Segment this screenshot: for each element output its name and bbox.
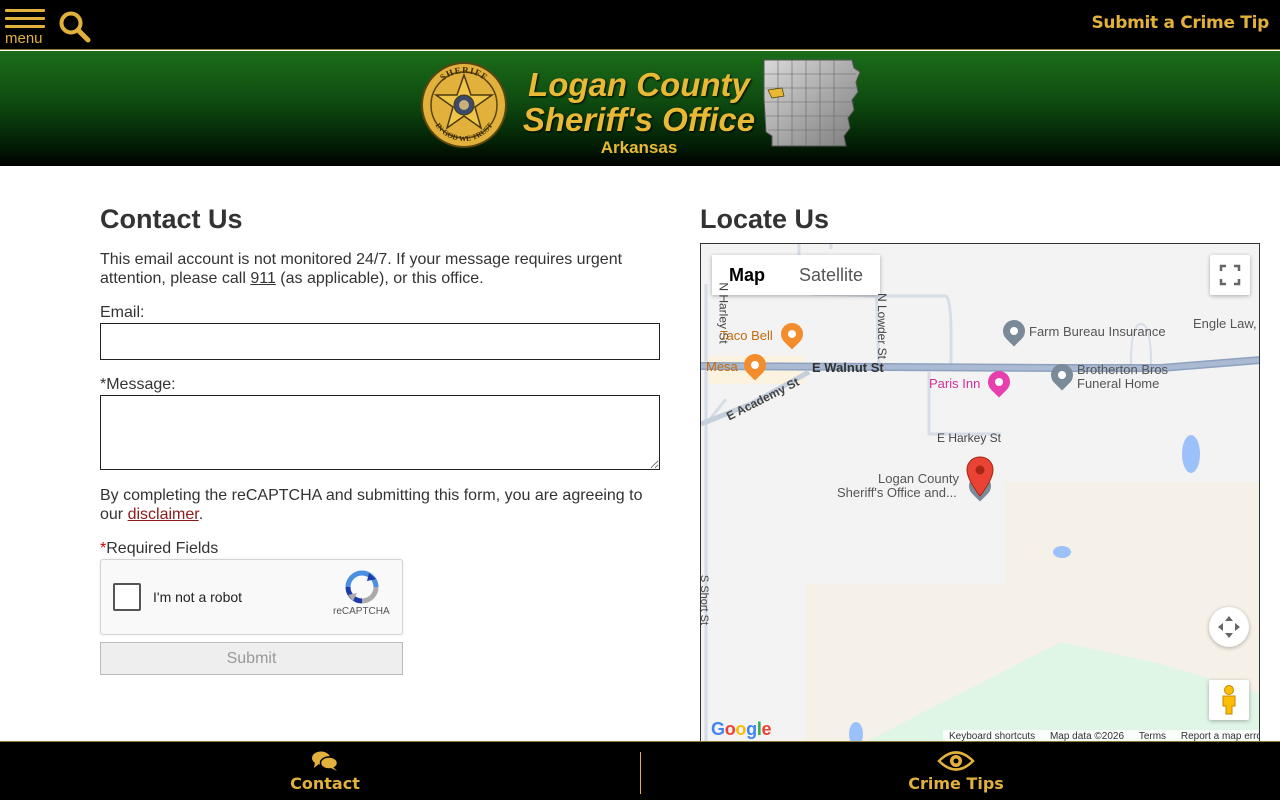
agreement-text: By completing the reCAPTCHA and submitti… bbox=[100, 486, 660, 524]
menu-label: menu bbox=[5, 30, 43, 47]
contact-nav-button[interactable]: Contact bbox=[250, 742, 400, 801]
message-label: *Message: bbox=[100, 376, 176, 393]
agree-text-2: . bbox=[198, 506, 204, 523]
email-label: Email: bbox=[100, 304, 145, 321]
required-text: Required Fields bbox=[106, 540, 219, 557]
crime-tips-nav-label: Crime Tips bbox=[908, 774, 1004, 793]
map-type-control: Map Satellite bbox=[712, 255, 881, 295]
map-type-satellite-button[interactable]: Satellite bbox=[782, 255, 880, 295]
disclaimer-link[interactable]: disclaimer bbox=[128, 506, 199, 523]
org-title-line-1: Logan County bbox=[528, 66, 750, 103]
google-map[interactable]: Map Satellite N Harley St N Lowder St E … bbox=[700, 243, 1260, 743]
search-button[interactable] bbox=[58, 10, 92, 44]
menu-icon-bar-1 bbox=[5, 9, 45, 12]
locate-heading: Locate Us bbox=[700, 204, 830, 234]
top-bar: menu Submit a Crime Tip bbox=[0, 0, 1280, 50]
poi-brotherton-label-2[interactable]: Funeral Home bbox=[1077, 376, 1159, 391]
poi-sheriff-office-label-2[interactable]: Sheriff's Office and... bbox=[837, 485, 957, 500]
bottom-nav-bar: Contact Crime Tips bbox=[0, 741, 1280, 800]
org-state: Arkansas bbox=[600, 138, 678, 157]
urgent-notice: This email account is not monitored 24/7… bbox=[100, 250, 660, 288]
contact-heading: Contact Us bbox=[100, 204, 243, 234]
header-banner: SHERIFF IN GOD WE TRUST Logan County She… bbox=[0, 51, 1280, 166]
street-label-walnut: E Walnut St bbox=[812, 360, 884, 375]
street-view-pegman-button[interactable] bbox=[1209, 680, 1249, 720]
recaptcha-checkbox[interactable] bbox=[113, 583, 141, 611]
pegman-icon bbox=[1222, 685, 1236, 715]
camera-control-icon bbox=[1218, 616, 1240, 638]
poi-sheriff-office-label-1[interactable]: Logan County bbox=[878, 471, 959, 486]
menu-icon-bar-2 bbox=[5, 17, 45, 20]
recaptcha-logo-icon bbox=[345, 570, 379, 604]
location-marker-icon[interactable] bbox=[965, 456, 995, 498]
search-icon bbox=[59, 11, 91, 43]
email-field[interactable] bbox=[100, 323, 660, 360]
submit-crime-tip-link[interactable]: Submit a Crime Tip bbox=[1091, 13, 1269, 33]
street-label-harkey: E Harkey St bbox=[937, 431, 1002, 445]
bottom-bar-divider bbox=[640, 752, 641, 794]
poi-engle-law-label[interactable]: Engle Law, bbox=[1193, 316, 1257, 331]
fullscreen-icon bbox=[1219, 264, 1241, 286]
poi-brotherton-label-1[interactable]: Brotherton Bros bbox=[1077, 362, 1168, 377]
message-field[interactable] bbox=[100, 395, 660, 470]
street-label-lowder: N Lowder St bbox=[875, 292, 890, 360]
recaptcha-brand: reCAPTCHA bbox=[333, 606, 390, 617]
recaptcha-widget: I'm not a robot reCAPTCHA bbox=[100, 559, 403, 635]
phone-911-link[interactable]: 911 bbox=[250, 270, 276, 287]
eye-icon bbox=[937, 751, 975, 771]
org-title[interactable]: Logan County Sheriff's Office bbox=[522, 67, 756, 137]
poi-farm-bureau-label[interactable]: Farm Bureau Insurance bbox=[1029, 324, 1166, 339]
org-title-line-2: Sheriff's Office bbox=[522, 101, 756, 138]
arkansas-map-icon bbox=[763, 59, 861, 147]
submit-button[interactable]: Submit bbox=[100, 642, 403, 675]
poi-taco-bell-label[interactable]: Taco Bell bbox=[720, 328, 773, 343]
camera-control-button[interactable] bbox=[1209, 607, 1249, 647]
required-fields-note: *Required Fields bbox=[100, 540, 218, 558]
crime-tips-nav-button[interactable]: Crime Tips bbox=[880, 742, 1032, 801]
menu-button[interactable]: menu bbox=[5, 9, 47, 47]
sheriff-badge-logo[interactable]: SHERIFF IN GOD WE TRUST bbox=[420, 61, 508, 149]
contact-nav-label: Contact bbox=[290, 774, 360, 793]
google-logo[interactable]: Google bbox=[711, 719, 772, 740]
fullscreen-button[interactable] bbox=[1210, 255, 1250, 295]
menu-icon-bar-3 bbox=[5, 25, 45, 28]
chat-bubbles-icon bbox=[312, 751, 339, 771]
notice-text-2: (as applicable), or this office. bbox=[275, 270, 484, 287]
poi-mesa-label[interactable]: Mesa bbox=[706, 359, 738, 374]
recaptcha-label: I'm not a robot bbox=[153, 589, 243, 605]
street-label-short: S Short St bbox=[700, 575, 711, 626]
poi-paris-inn-label[interactable]: Paris Inn bbox=[929, 376, 980, 391]
